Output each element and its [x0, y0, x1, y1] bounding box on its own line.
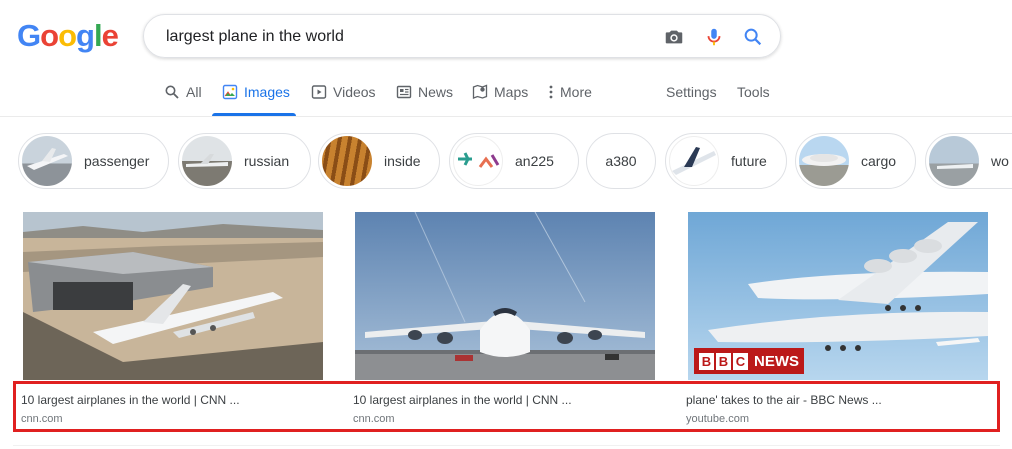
chip-thumbnail: [799, 136, 849, 186]
chip-label: passenger: [84, 153, 150, 169]
chip-an225[interactable]: an225: [449, 133, 579, 189]
chip-thumbnail: [322, 136, 372, 186]
result-thumbnail[interactable]: [355, 212, 655, 380]
tab-label: More: [560, 84, 592, 100]
search-input[interactable]: [164, 25, 648, 49]
tab-news[interactable]: News: [396, 84, 453, 116]
tab-label: News: [418, 84, 454, 100]
bbc-block: B: [699, 352, 714, 370]
settings-link[interactable]: Settings: [666, 84, 717, 116]
divider: [13, 445, 1000, 446]
tab-images[interactable]: Images: [222, 84, 290, 116]
active-tab-indicator: [212, 113, 296, 116]
result-thumbnail[interactable]: [23, 212, 323, 380]
result-thumbnail[interactable]: B B C NEWS: [688, 212, 988, 380]
chip-label: future: [731, 153, 767, 169]
chip-thumbnail: [669, 136, 719, 186]
chip-label: an225: [515, 153, 554, 169]
logo-letter: l: [93, 18, 103, 53]
image-icon: [222, 84, 238, 100]
chip-label: wo: [991, 153, 1009, 169]
tab-videos[interactable]: Videos: [311, 84, 376, 116]
tools-link[interactable]: Tools: [737, 84, 770, 116]
related-searches: passenger russian inside an225 a380 futu…: [0, 132, 1012, 192]
search-tabs: All Images Videos News Maps More Setting…: [0, 76, 1012, 117]
chip-cargo[interactable]: cargo: [795, 133, 916, 189]
logo-letter: g: [76, 18, 95, 53]
logo-letter: G: [17, 18, 41, 53]
chip-russian[interactable]: russian: [178, 133, 311, 189]
tab-label: Maps: [494, 84, 529, 100]
newspaper-icon: [396, 85, 412, 99]
search-icon: [165, 85, 179, 99]
bbc-block: C: [733, 352, 748, 370]
chip-inside[interactable]: inside: [318, 133, 440, 189]
logo-letter: o: [40, 18, 59, 53]
chip-label: cargo: [861, 153, 897, 169]
bbc-news-word: NEWS: [754, 352, 799, 370]
tools-label: Tools: [737, 84, 770, 100]
logo-letter: o: [58, 18, 77, 53]
chip-thumbnail: [182, 136, 232, 186]
tab-label: All: [186, 84, 202, 100]
tab-label: Videos: [333, 84, 376, 100]
tab-all[interactable]: All: [164, 84, 202, 116]
play-icon: [311, 85, 327, 99]
search-icon[interactable]: [742, 26, 764, 48]
camera-icon[interactable]: [663, 26, 685, 48]
chip-future[interactable]: future: [665, 133, 787, 189]
tab-more[interactable]: More: [548, 84, 592, 116]
search-box[interactable]: [143, 14, 781, 58]
microphone-icon[interactable]: [703, 26, 725, 48]
google-logo[interactable]: Google: [17, 18, 119, 54]
chip-thumbnail: [929, 136, 979, 186]
settings-label: Settings: [666, 84, 717, 100]
map-pin-icon: [472, 84, 488, 99]
chip-thumbnail: [453, 136, 503, 186]
chip-label: a380: [605, 153, 637, 169]
chip-thumbnail: [22, 136, 72, 186]
tab-maps[interactable]: Maps: [472, 84, 528, 116]
chip-label: inside: [384, 153, 421, 169]
chip-a380[interactable]: a380: [586, 133, 656, 189]
chip-label: russian: [244, 153, 290, 169]
highlight-annotation-box: [13, 381, 1000, 432]
chip-wo[interactable]: wo: [925, 133, 1012, 189]
bbc-news-badge: B B C NEWS: [694, 348, 804, 374]
tab-label: Images: [244, 84, 290, 100]
more-vert-icon: [549, 85, 553, 99]
chip-passenger[interactable]: passenger: [18, 133, 169, 189]
bbc-block: B: [716, 352, 731, 370]
logo-letter: e: [101, 18, 119, 53]
